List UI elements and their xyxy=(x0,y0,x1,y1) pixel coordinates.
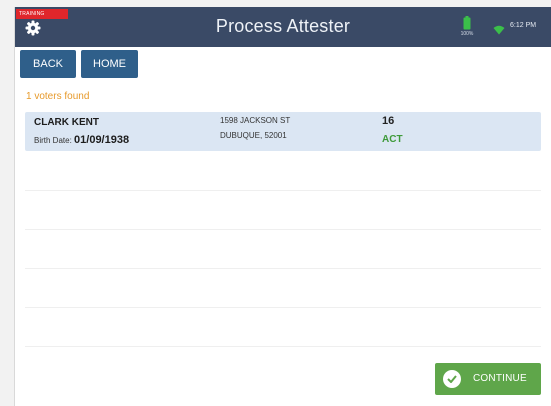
wifi-icon xyxy=(493,22,505,35)
voter-address-line2: DUBUQUE, 52001 xyxy=(220,131,287,140)
empty-list-row xyxy=(25,307,541,308)
battery-percent: 100% xyxy=(460,31,474,37)
home-button[interactable]: HOME xyxy=(81,50,138,78)
empty-list-row xyxy=(25,190,541,191)
voter-name: CLARK KENT xyxy=(34,117,99,128)
header-bar: TRAINING Process Attester 100% 6:12 PM xyxy=(15,7,551,47)
empty-list-row xyxy=(25,346,541,347)
battery-icon xyxy=(463,16,471,30)
app-window: TRAINING Process Attester 100% 6:12 PM B… xyxy=(14,7,551,406)
birth-date-value: 01/09/1938 xyxy=(74,134,130,146)
status-time: 6:12 PM xyxy=(510,22,537,29)
continue-button[interactable]: CONTINUE xyxy=(435,363,541,395)
empty-list-row xyxy=(25,268,541,269)
empty-list-row xyxy=(25,229,541,230)
voter-precinct-number: 16 xyxy=(382,115,395,127)
voter-row[interactable]: CLARK KENT Birth Date: 01/09/1938 1598 J… xyxy=(25,112,541,151)
voter-birth-date: Birth Date: 01/09/1938 xyxy=(34,134,129,146)
voter-address-line1: 1598 JACKSON ST xyxy=(220,116,291,125)
birth-date-label: Birth Date: xyxy=(34,136,72,145)
check-icon xyxy=(443,370,461,388)
continue-label: CONTINUE xyxy=(473,373,527,384)
voter-status: ACT xyxy=(382,134,403,145)
back-button[interactable]: BACK xyxy=(20,50,76,78)
battery-status: 100% xyxy=(458,16,476,40)
results-count: 1 voters found xyxy=(26,91,90,102)
